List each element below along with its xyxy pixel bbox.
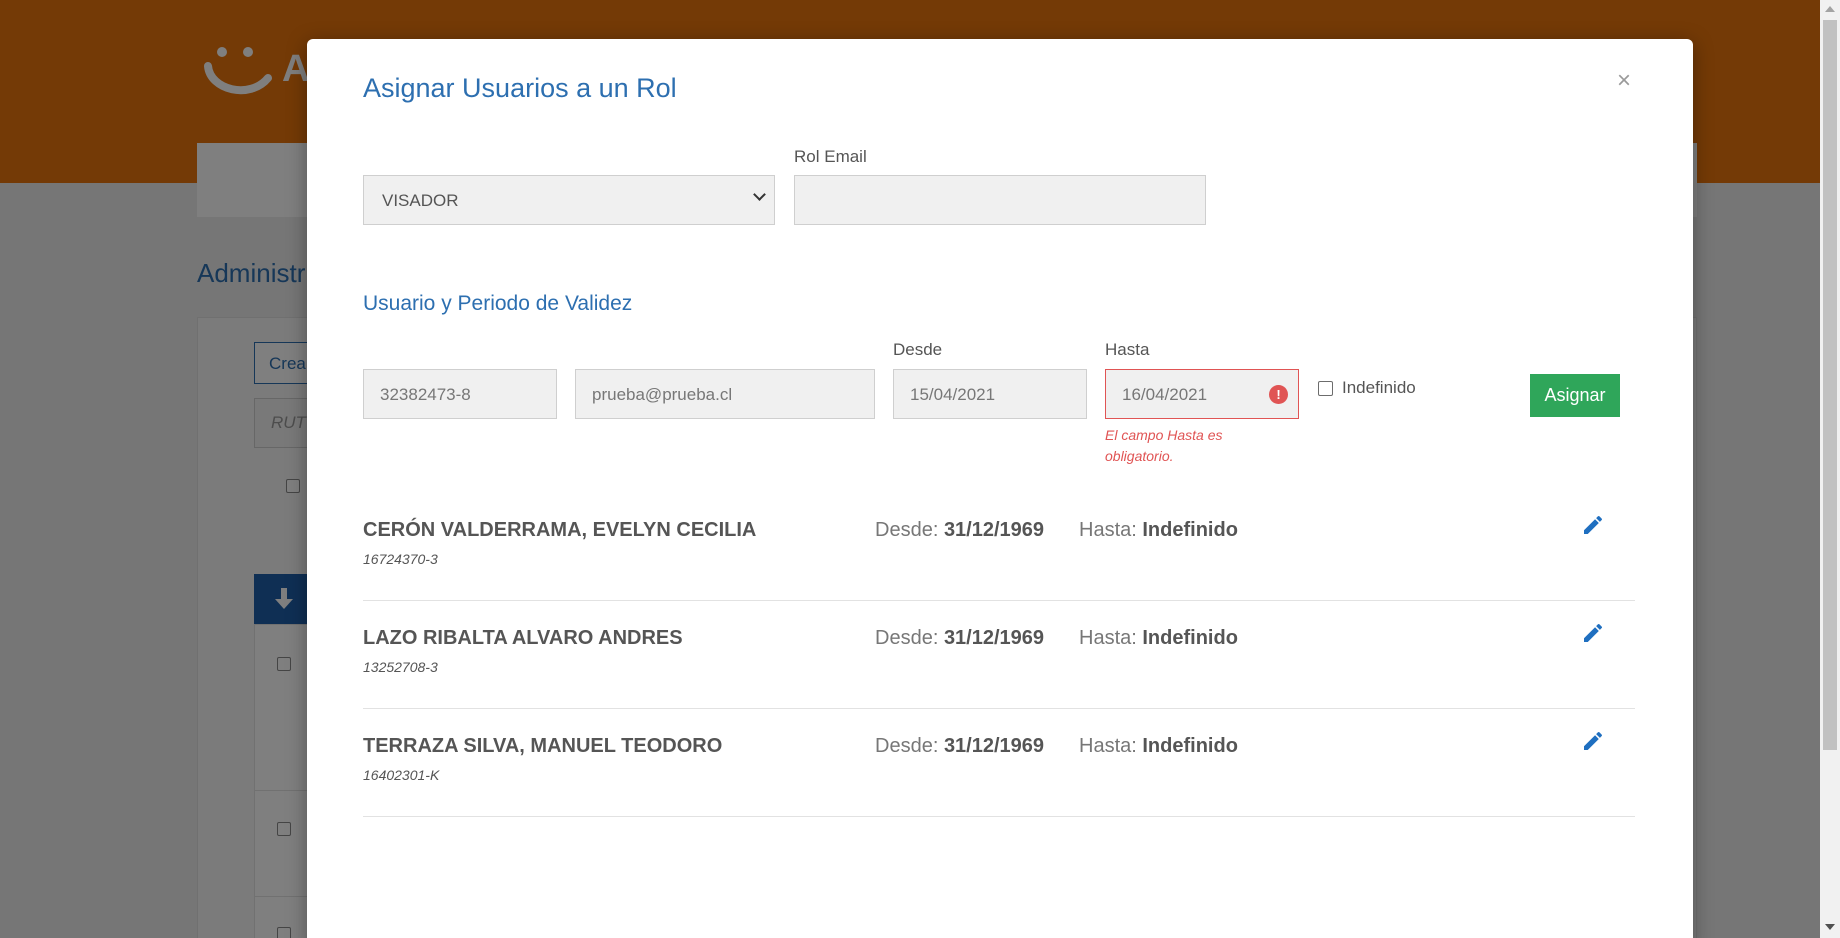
- hasta-label: Hasta: [1105, 340, 1150, 359]
- email-input[interactable]: prueba@prueba.cl: [575, 369, 875, 419]
- user-desde-value: 31/12/1969: [943, 627, 1045, 649]
- user-name: CERÓN VALDERRAMA, EVELYN CECILIA: [363, 519, 757, 541]
- role-select-value: VISADOR: [382, 191, 459, 210]
- user-desde: Desde: 31/12/1969: [875, 519, 1044, 542]
- user-desde-label: Desde:: [875, 519, 939, 541]
- user-hasta-value: Indefinido: [1142, 735, 1238, 757]
- hasta-date-input[interactable]: 16/04/2021 !: [1105, 369, 1299, 419]
- assign-button[interactable]: Asignar: [1530, 374, 1620, 417]
- error-icon: !: [1269, 385, 1288, 404]
- desde-date-input[interactable]: 15/04/2021: [893, 369, 1087, 419]
- user-row: TERRAZA SILVA, MANUEL TEODORO 16402301-K…: [363, 709, 1635, 817]
- user-desde: Desde: 31/12/1969: [875, 735, 1044, 758]
- user-hasta-value: Indefinido: [1142, 519, 1238, 541]
- assign-users-modal: Asignar Usuarios a un Rol × VISADOR Rol …: [307, 39, 1693, 938]
- user-hasta: Hasta: Indefinido: [1079, 519, 1238, 542]
- user-row: LAZO RIBALTA ALVARO ANDRES 13252708-3 De…: [363, 601, 1635, 709]
- desde-label: Desde: [893, 340, 943, 359]
- indefinido-label[interactable]: Indefinido: [1342, 378, 1416, 398]
- modal-title: Asignar Usuarios a un Rol: [363, 73, 677, 103]
- scroll-down-icon[interactable]: [1825, 924, 1835, 930]
- user-rut: 13252708-3: [363, 659, 438, 675]
- user-rut: 16724370-3: [363, 551, 438, 567]
- user-name: LAZO RIBALTA ALVARO ANDRES: [363, 627, 683, 649]
- user-rut: 16402301-K: [363, 767, 440, 783]
- rut-input[interactable]: 32382473-8: [363, 369, 557, 419]
- pencil-icon[interactable]: [1581, 513, 1605, 537]
- pencil-icon[interactable]: [1581, 621, 1605, 645]
- close-icon[interactable]: ×: [1617, 69, 1631, 93]
- role-email-input[interactable]: [794, 175, 1206, 225]
- hasta-error-message: El campo Hasta es obligatorio.: [1105, 427, 1223, 464]
- role-email-label: Rol Email: [794, 147, 867, 166]
- user-desde: Desde: 31/12/1969: [875, 627, 1044, 650]
- user-desde-label: Desde:: [875, 627, 939, 649]
- user-desde-value: 31/12/1969: [943, 735, 1045, 757]
- user-row: CERÓN VALDERRAMA, EVELYN CECILIA 1672437…: [363, 493, 1635, 601]
- scrollbar-thumb[interactable]: [1823, 20, 1837, 750]
- pencil-icon[interactable]: [1581, 729, 1605, 753]
- user-desde-label: Desde:: [875, 735, 939, 757]
- user-desde-value: 31/12/1969: [943, 519, 1045, 541]
- validity-section-title: Usuario y Periodo de Validez: [363, 292, 633, 315]
- chevron-down-icon: [753, 188, 766, 201]
- user-hasta: Hasta: Indefinido: [1079, 627, 1238, 650]
- indefinido-checkbox[interactable]: [1318, 381, 1333, 396]
- user-hasta-value: Indefinido: [1142, 627, 1238, 649]
- user-name: TERRAZA SILVA, MANUEL TEODORO: [363, 735, 723, 757]
- user-hasta-label: Hasta:: [1079, 735, 1137, 757]
- scroll-up-icon[interactable]: [1825, 6, 1835, 12]
- role-select[interactable]: VISADOR: [363, 175, 775, 225]
- page-scrollbar[interactable]: [1820, 0, 1840, 938]
- hasta-date-value: 16/04/2021: [1122, 385, 1208, 404]
- user-hasta: Hasta: Indefinido: [1079, 735, 1238, 758]
- user-hasta-label: Hasta:: [1079, 519, 1137, 541]
- user-hasta-label: Hasta:: [1079, 627, 1137, 649]
